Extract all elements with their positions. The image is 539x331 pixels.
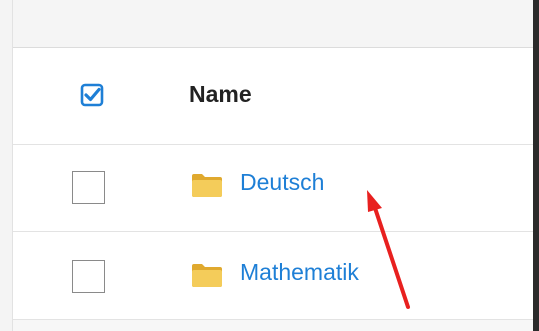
table-header: Name [13,48,533,145]
folder-link-mathematik[interactable]: Mathematik [240,259,359,286]
file-browser: Name Deutsch Mathematik [0,0,539,331]
row-checkbox[interactable] [72,171,105,204]
table-row: Deutsch [13,145,533,232]
left-gutter [0,0,13,331]
window-edge [533,0,539,331]
folder-icon [190,171,224,199]
name-column-header[interactable]: Name [189,81,252,108]
bottom-strip [13,320,533,331]
select-all-checkbox-icon[interactable] [80,83,104,107]
row-checkbox[interactable] [72,260,105,293]
table-row: Mathematik [13,232,533,320]
folder-link-deutsch[interactable]: Deutsch [240,169,324,196]
toolbar [13,0,533,48]
folder-icon [190,261,224,289]
